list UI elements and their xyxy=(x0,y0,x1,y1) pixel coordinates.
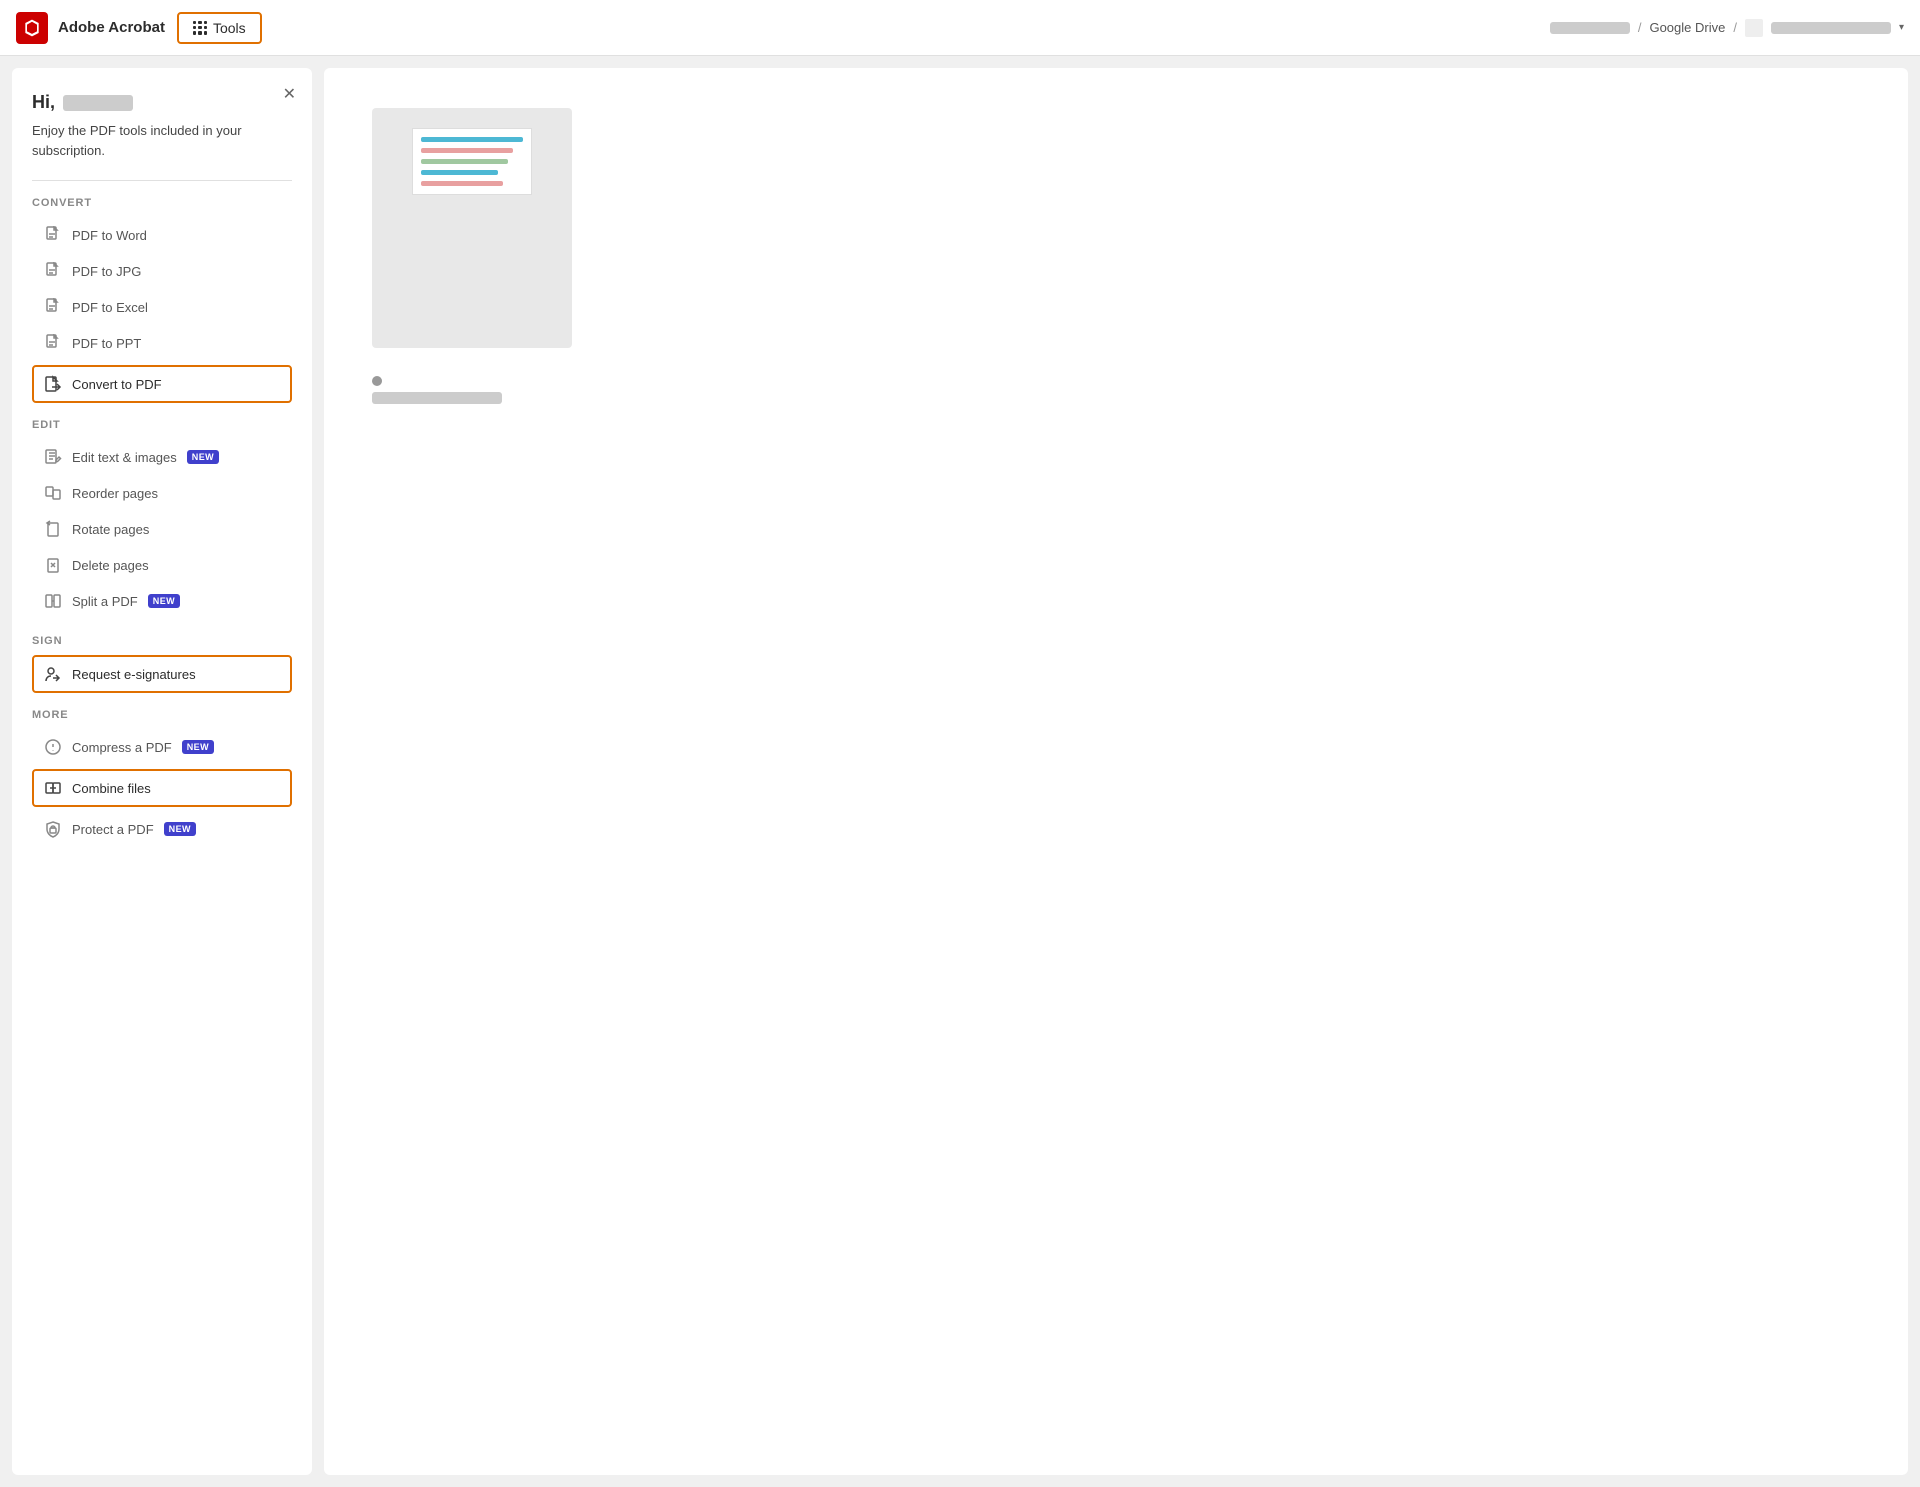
sidebar-item-pdf-to-word[interactable]: PDF to Word xyxy=(32,217,292,253)
sidebar-item-compress-pdf[interactable]: Compress a PDF NEW xyxy=(32,729,292,765)
pdf-ppt-icon xyxy=(44,334,62,352)
convert-to-pdf-label: Convert to PDF xyxy=(72,377,162,392)
convert-to-pdf-icon xyxy=(44,375,62,393)
chevron-down-icon: ▾ xyxy=(1899,22,1904,33)
combine-files-label: Combine files xyxy=(72,781,151,796)
sidebar-item-edit-text-images[interactable]: Edit text & images NEW xyxy=(32,439,292,475)
pdf-to-word-label: PDF to Word xyxy=(72,228,147,243)
subtitle-line2: subscription. xyxy=(32,143,105,158)
rotate-pages-icon xyxy=(44,520,62,538)
file-info xyxy=(372,376,502,404)
sidebar-item-reorder-pages[interactable]: Reorder pages xyxy=(32,475,292,511)
compress-pdf-new-badge: NEW xyxy=(182,740,214,754)
sidebar-item-delete-pages[interactable]: Delete pages xyxy=(32,547,292,583)
thumb-line-2 xyxy=(421,148,513,153)
split-pdf-label: Split a PDF xyxy=(72,594,138,609)
reorder-pages-label: Reorder pages xyxy=(72,486,158,501)
user-greeting-name xyxy=(63,95,133,111)
protect-pdf-label: Protect a PDF xyxy=(72,822,154,837)
request-esignatures-label: Request e-signatures xyxy=(72,667,196,682)
rotate-pages-label: Rotate pages xyxy=(72,522,149,537)
acrobat-logo xyxy=(16,12,48,44)
edit-text-icon xyxy=(44,448,62,466)
content-area xyxy=(324,68,1908,1475)
pdf-to-excel-label: PDF to Excel xyxy=(72,300,148,315)
pdf-thumbnail xyxy=(412,128,532,195)
sidebar-item-rotate-pages[interactable]: Rotate pages xyxy=(32,511,292,547)
edit-text-new-badge: NEW xyxy=(187,450,219,464)
compress-pdf-label: Compress a PDF xyxy=(72,740,172,755)
pdf-to-jpg-label: PDF to JPG xyxy=(72,264,141,279)
edit-text-images-label: Edit text & images xyxy=(72,450,177,465)
greeting-text: Hi, xyxy=(32,92,55,113)
main-layout: ✕ Hi, Enjoy the PDF tools included in yo… xyxy=(0,56,1920,1487)
sidebar-close-button[interactable]: ✕ xyxy=(283,84,296,104)
drive-icon xyxy=(1745,19,1763,37)
pdf-jpg-icon xyxy=(44,262,62,280)
sidebar-item-pdf-to-excel[interactable]: PDF to Excel xyxy=(32,289,292,325)
protect-pdf-new-badge: NEW xyxy=(164,822,196,836)
topbar: Adobe Acrobat Tools / Google Drive / ▾ xyxy=(0,0,1920,56)
greeting: Hi, xyxy=(32,92,292,113)
grid-icon xyxy=(193,21,207,35)
acrobat-logo-icon xyxy=(22,18,42,38)
delete-pages-icon xyxy=(44,556,62,574)
sidebar: ✕ Hi, Enjoy the PDF tools included in yo… xyxy=(12,68,312,1475)
thumb-line-5 xyxy=(421,181,503,186)
sidebar-item-request-esignatures[interactable]: Request e-signatures xyxy=(32,655,292,693)
pdf-convert-icon xyxy=(44,226,62,244)
section-more-label: MORE xyxy=(32,709,292,721)
app-title: Adobe Acrobat xyxy=(58,19,165,36)
user-name-blurred xyxy=(1550,22,1630,34)
pdf-excel-icon xyxy=(44,298,62,316)
file-name-blurred xyxy=(1771,22,1891,34)
thumb-line-3 xyxy=(421,159,508,164)
pdf-to-ppt-label: PDF to PPT xyxy=(72,336,141,351)
reorder-pages-icon xyxy=(44,484,62,502)
section-convert-label: CONVERT xyxy=(32,197,292,209)
split-pdf-new-badge: NEW xyxy=(148,594,180,608)
section-sign-label: SIGN xyxy=(32,635,292,647)
section-edit-label: EDIT xyxy=(32,419,292,431)
breadcrumb-separator: / xyxy=(1638,20,1642,35)
service-name: Google Drive xyxy=(1649,20,1725,35)
thumb-line-1 xyxy=(421,137,523,142)
protect-pdf-icon xyxy=(44,820,62,838)
file-dot xyxy=(372,376,382,386)
compress-pdf-icon xyxy=(44,738,62,756)
delete-pages-label: Delete pages xyxy=(72,558,149,573)
sidebar-item-pdf-to-jpg[interactable]: PDF to JPG xyxy=(32,253,292,289)
tools-label: Tools xyxy=(213,20,246,36)
sidebar-item-convert-to-pdf[interactable]: Convert to PDF xyxy=(32,365,292,403)
split-pdf-icon xyxy=(44,592,62,610)
sidebar-divider xyxy=(32,180,292,181)
sidebar-item-protect-pdf[interactable]: Protect a PDF NEW xyxy=(32,811,292,847)
esignature-icon xyxy=(44,665,62,683)
logo-area: Adobe Acrobat xyxy=(16,12,165,44)
thumb-line-4 xyxy=(421,170,498,175)
greeting-subtitle: Enjoy the PDF tools included in your sub… xyxy=(32,121,292,160)
combine-files-icon xyxy=(44,779,62,797)
sidebar-item-pdf-to-ppt[interactable]: PDF to PPT xyxy=(32,325,292,361)
topbar-right: / Google Drive / ▾ xyxy=(1550,19,1904,37)
sidebar-item-combine-files[interactable]: Combine files xyxy=(32,769,292,807)
file-name-blur xyxy=(372,392,502,404)
tools-button[interactable]: Tools xyxy=(177,12,262,44)
subtitle-line1: Enjoy the PDF tools included in your xyxy=(32,123,242,138)
pdf-preview xyxy=(372,108,572,348)
sidebar-item-split-pdf[interactable]: Split a PDF NEW xyxy=(32,583,292,619)
breadcrumb-separator-2: / xyxy=(1733,20,1737,35)
